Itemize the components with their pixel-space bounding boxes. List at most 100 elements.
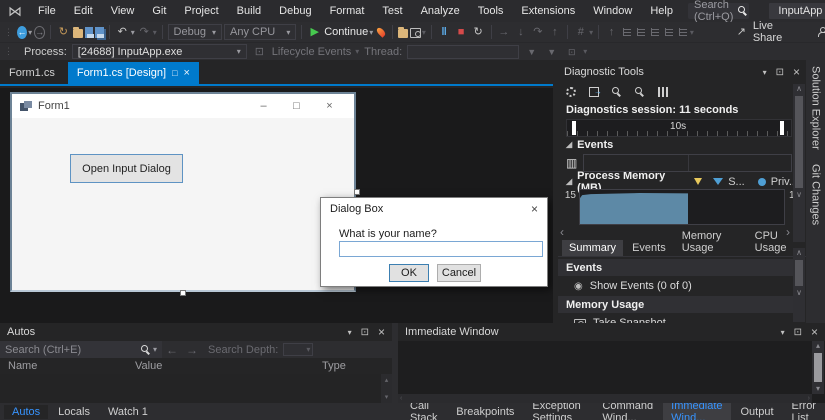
collapse-triangle-icon[interactable]: ◢ [566, 177, 572, 186]
breakpoint-toggle-icon[interactable]: ↑ [604, 23, 619, 41]
autos-grid[interactable]: ▴ ▾ [0, 374, 392, 403]
scroll-up-icon[interactable]: ▴ [385, 376, 389, 384]
menu-git[interactable]: Git [143, 0, 175, 22]
timeline-end-marker[interactable] [780, 121, 784, 135]
immediate-header[interactable]: Immediate Window ▾ ⊡ × [398, 323, 825, 341]
events-section-header[interactable]: ◢ Events [558, 137, 806, 152]
zoom-out-icon[interactable] [635, 87, 645, 97]
menu-test[interactable]: Test [373, 0, 411, 22]
reset-view-icon[interactable] [658, 87, 668, 97]
screenshot-dropdown[interactable]: ▾ [422, 28, 426, 37]
stack-frame-icon[interactable]: ⊡ [564, 43, 579, 61]
process-dropdown[interactable]: [24688] InputApp.exe ▾ [72, 44, 247, 59]
toolbar-grip[interactable]: ⋮ [2, 27, 15, 38]
hex-display-button[interactable]: # [573, 23, 588, 41]
align-lefts-icon[interactable] [623, 28, 631, 36]
scrollbar-thumb[interactable] [795, 96, 803, 188]
scroll-up-icon[interactable]: ∧ [796, 248, 802, 258]
live-share-button[interactable]: Live Share [753, 20, 789, 44]
tab-autos[interactable]: Autos [4, 405, 48, 419]
undo-dropdown[interactable]: ▾ [131, 28, 135, 37]
scroll-down-icon[interactable]: ▾ [816, 384, 820, 394]
navigate-back-dropdown[interactable]: ▾ [28, 28, 32, 37]
tab-output[interactable]: Output [733, 405, 782, 419]
menu-edit[interactable]: Edit [65, 0, 102, 22]
thread-dropdown[interactable] [407, 45, 519, 59]
redo-dropdown[interactable]: ▾ [153, 28, 157, 37]
save-all-icon[interactable] [95, 27, 104, 38]
solution-platform-dropdown[interactable]: Any CPU ▾ [224, 24, 296, 40]
dialog-close-icon[interactable]: × [531, 202, 538, 216]
close-panel-icon[interactable]: × [378, 325, 385, 339]
align-tops-icon[interactable] [665, 28, 673, 36]
search-prev-icon[interactable]: ← [166, 343, 178, 357]
cancel-button[interactable]: Cancel [437, 264, 481, 282]
diagnostics-scrollbar-top[interactable]: ∧ ∨ [793, 84, 805, 242]
column-type[interactable]: Type [322, 360, 392, 372]
scroll-down-icon[interactable]: ∨ [796, 190, 802, 200]
scroll-left-icon[interactable]: ‹ [560, 225, 564, 239]
menu-debug[interactable]: Debug [270, 0, 320, 22]
search-next-icon[interactable]: → [186, 343, 198, 357]
pin-icon[interactable]: ⊡ [776, 67, 784, 78]
menu-format[interactable]: Format [321, 0, 374, 22]
solution-configuration-dropdown[interactable]: Debug ▾ [168, 24, 222, 40]
autos-scrollbar[interactable]: ▴ ▾ [381, 374, 392, 403]
zoom-in-icon[interactable] [612, 87, 622, 97]
immediate-content[interactable]: ▴ ▾ ‹ › [398, 341, 825, 403]
filter-threads-icon[interactable]: ▼ [544, 43, 559, 61]
step-out-button[interactable]: ↑ [547, 23, 562, 41]
name-input[interactable] [339, 241, 543, 257]
sidebar-tab-solution-explorer[interactable]: Solution Explorer [810, 66, 822, 150]
memory-section-header[interactable]: ◢ Process Memory (MB) S... Priv... [558, 174, 806, 189]
collapse-triangle-icon[interactable]: ◢ [566, 140, 572, 149]
chevron-down-icon[interactable]: ▾ [153, 345, 157, 354]
step-over-button[interactable]: ↷ [530, 23, 545, 41]
flag-threads-icon[interactable]: ▼ [524, 43, 539, 61]
menu-project[interactable]: Project [175, 0, 227, 22]
column-name[interactable]: Name [0, 360, 135, 372]
tab-watch-1[interactable]: Watch 1 [100, 405, 156, 419]
hex-dropdown[interactable]: ▾ [589, 28, 593, 37]
close-panel-icon[interactable]: × [811, 325, 818, 339]
menu-analyze[interactable]: Analyze [412, 0, 469, 22]
scroll-down-icon[interactable]: ▾ [385, 393, 389, 401]
ok-button[interactable]: OK [389, 264, 429, 282]
tab-events[interactable]: Events [625, 240, 673, 256]
feedback-icon[interactable] [817, 27, 825, 37]
scroll-right-icon[interactable]: › [808, 395, 810, 402]
window-position-icon[interactable]: ▾ [348, 328, 352, 337]
restart-button[interactable]: ↻ [471, 23, 486, 41]
close-tab-icon[interactable]: × [184, 67, 190, 79]
continue-play-icon[interactable]: ▶ [307, 23, 322, 41]
timeline-start-marker[interactable] [572, 121, 576, 135]
scrollbar-thumb[interactable] [795, 260, 803, 286]
menu-build[interactable]: Build [228, 0, 270, 22]
resize-handle-right[interactable] [354, 189, 360, 195]
scrollbar-thumb[interactable] [814, 353, 822, 382]
form-body[interactable]: Open Input Dialog [12, 118, 354, 290]
menu-file[interactable]: File [29, 0, 65, 22]
make-same-size-icon[interactable] [679, 28, 687, 36]
redo-button[interactable]: ↷ [137, 23, 152, 41]
timeline-ruler[interactable]: 10s [566, 119, 792, 137]
window-position-icon[interactable]: ▾ [781, 328, 785, 337]
tab-memory-usage[interactable]: Memory Usage [675, 228, 746, 256]
tab-breakpoints[interactable]: Breakpoints [448, 405, 522, 419]
pin-icon[interactable]: ⊡ [361, 327, 369, 338]
autos-search-box[interactable]: Search (Ctrl+E) ▾ [0, 341, 162, 358]
search-depth-dropdown[interactable]: ▾ [283, 343, 313, 356]
events-timeline-box[interactable] [583, 154, 792, 172]
break-all-button[interactable]: ‖ [437, 23, 452, 41]
continue-button[interactable]: Continue [324, 26, 368, 38]
show-events-row[interactable]: ◉ Show Events (0 of 0) [558, 276, 793, 296]
undo-button[interactable]: ↶ [115, 23, 130, 41]
open-file-icon[interactable] [73, 29, 83, 38]
diagnostics-scrollbar-bottom[interactable]: ∧ ∨ [793, 248, 805, 322]
window-position-icon[interactable]: ▾ [763, 68, 767, 77]
column-value[interactable]: Value [135, 360, 322, 372]
navigate-forward-button[interactable]: → [34, 26, 45, 39]
menu-view[interactable]: View [102, 0, 144, 22]
menu-extensions[interactable]: Extensions [512, 0, 584, 22]
dialog-title-bar[interactable]: Dialog Box × [321, 198, 547, 220]
